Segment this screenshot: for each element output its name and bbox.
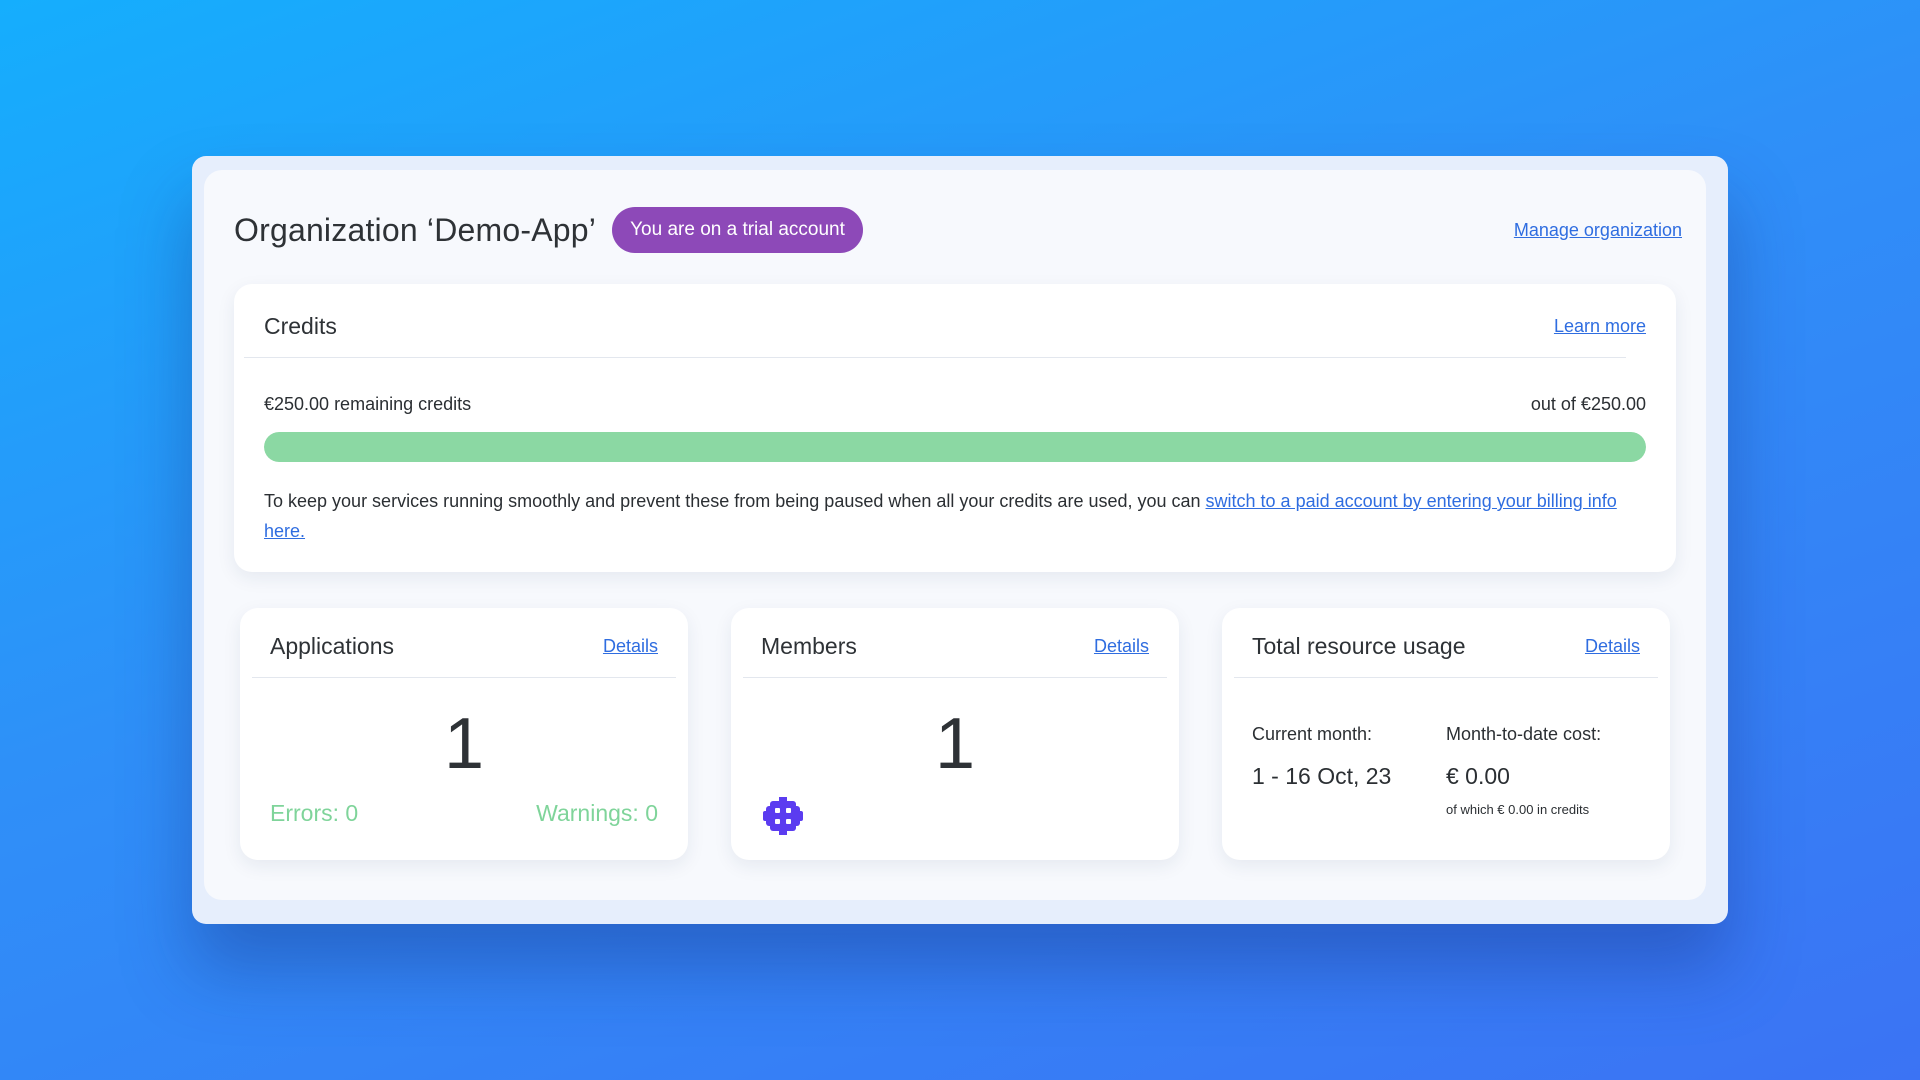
applications-title: Applications <box>270 632 395 659</box>
learn-more-link[interactable]: Learn more <box>1554 316 1646 337</box>
members-title: Members <box>761 632 857 659</box>
members-header: Members Details <box>761 626 1149 666</box>
applications-details-link[interactable]: Details <box>603 636 658 657</box>
remaining-credits-text: €250.00 remaining credits <box>264 394 472 414</box>
app-window: Organization ‘Demo-App’ You are on a tri… <box>192 156 1728 924</box>
warnings-count: Warnings: 0 <box>536 800 658 826</box>
month-cost-label: Month-to-date cost: <box>1446 724 1602 744</box>
members-card: Members Details 1 <box>731 608 1179 860</box>
total-credits-text: out of €250.00 <box>1530 394 1646 414</box>
resource-usage-header: Total resource usage Details <box>1252 626 1640 666</box>
month-cost-credits-note: of which € 0.00 in credits <box>1446 802 1590 817</box>
divider <box>244 357 1626 358</box>
resource-usage-details-link[interactable]: Details <box>1585 636 1640 657</box>
robot-avatar-icon[interactable] <box>761 794 805 838</box>
month-cost-block: Month-to-date cost: € 0.00 of which € 0.… <box>1446 724 1601 817</box>
page-title: Organization ‘Demo-App’ <box>234 211 597 248</box>
current-month-value: 1 - 16 Oct, 23 <box>1252 763 1392 789</box>
applications-count: 1 <box>443 704 485 784</box>
manage-organization-link[interactable]: Manage organization <box>1514 220 1682 241</box>
errors-count: Errors: 0 <box>270 800 359 826</box>
month-cost-value: € 0.00 <box>1446 763 1510 789</box>
members-count: 1 <box>934 704 976 784</box>
resource-usage-card: Total resource usage Details Current mon… <box>1222 608 1670 860</box>
divider <box>743 677 1167 678</box>
current-month-block: Current month: 1 - 16 Oct, 23 <box>1252 724 1391 790</box>
credits-note: To keep your services running smoothly a… <box>264 486 1646 546</box>
members-details-link[interactable]: Details <box>1094 636 1149 657</box>
credits-note-text: To keep your services running smoothly a… <box>264 491 1206 511</box>
trial-status-badge: You are on a trial account <box>612 207 863 253</box>
credits-title: Credits <box>264 312 337 339</box>
divider <box>1234 677 1658 678</box>
divider <box>252 677 676 678</box>
applications-card: Applications Details 1 Errors: 0 Warning… <box>240 608 688 860</box>
credits-progress-fill <box>264 432 1646 462</box>
applications-header: Applications Details <box>270 626 658 666</box>
resource-usage-title: Total resource usage <box>1252 632 1466 659</box>
credits-summary: €250.00 remaining credits out of €250.00 <box>264 394 1646 415</box>
credits-card: Credits Learn more €250.00 remaining cre… <box>234 284 1676 572</box>
credits-header: Credits Learn more <box>264 306 1646 346</box>
organization-header: Organization ‘Demo-App’ You are on a tri… <box>234 206 1682 254</box>
credits-progress-bar <box>264 432 1646 462</box>
applications-status: Errors: 0 Warnings: 0 <box>270 800 658 827</box>
organization-panel: Organization ‘Demo-App’ You are on a tri… <box>204 170 1706 900</box>
current-month-label: Current month: <box>1252 724 1373 744</box>
